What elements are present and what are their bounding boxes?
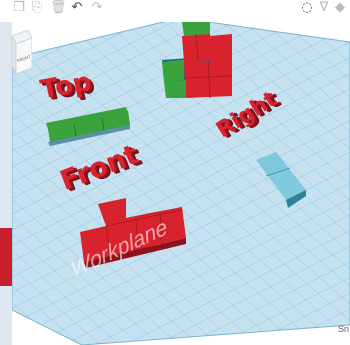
redo-icon[interactable]: ↷ (90, 0, 104, 16)
toolbar: ❐ ⎘ 🗑 ↶ ↷ ◌ ∇ ◆ (0, 0, 350, 22)
shape-icon[interactable]: ∇ (318, 0, 330, 16)
3d-viewport[interactable]: FRONT Top Front Right Workplane Sn (0, 0, 350, 345)
view-cube[interactable]: FRONT (8, 29, 33, 76)
left-panel-shape (0, 228, 12, 286)
mirror-icon[interactable]: ◆ (334, 0, 346, 16)
paste-icon[interactable]: ⎘ (30, 0, 44, 16)
copy-icon[interactable]: ❐ (12, 0, 26, 16)
undo-icon[interactable]: ↶ (70, 0, 84, 16)
workplane-canvas[interactable] (0, 0, 350, 345)
snap-grid-label[interactable]: Sn (338, 324, 349, 334)
light-icon[interactable]: ◌ (300, 0, 314, 16)
trash-icon[interactable]: 🗑 (50, 0, 67, 16)
